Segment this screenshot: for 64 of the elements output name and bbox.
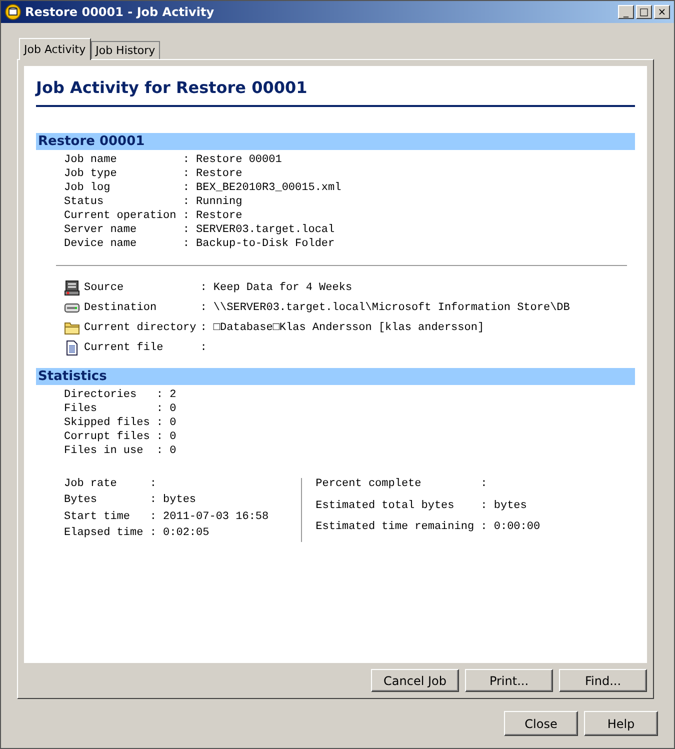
tab[interactable]: Job History xyxy=(90,41,160,59)
field-value: : 0 xyxy=(156,417,176,430)
folder-icon xyxy=(64,320,80,336)
close-button[interactable]: × xyxy=(654,5,670,19)
field-value: : bytes xyxy=(150,494,198,508)
field-label: Destination xyxy=(84,302,158,314)
action-button[interactable]: Print... xyxy=(465,669,553,692)
window-title: Restore 00001 - Job Activity xyxy=(25,5,216,19)
field-value: : Restore xyxy=(182,168,244,181)
field-value: : xyxy=(200,342,208,354)
field-label: Corrupt files xyxy=(64,431,150,444)
field-value: : Restore 00001 xyxy=(182,154,283,167)
field-label: Status xyxy=(64,196,105,209)
server-icon xyxy=(64,280,80,296)
field-label: Job rate xyxy=(64,478,118,492)
field-value: : Backup-to-Disk Folder xyxy=(182,238,336,251)
field-label: Device name xyxy=(64,238,138,251)
field-label: Percent complete xyxy=(316,478,422,492)
dialog-button[interactable]: Close xyxy=(504,711,578,736)
maximize-button[interactable]: □ xyxy=(636,5,652,19)
field-value: : SERVER03.target.local xyxy=(182,224,336,237)
field-label: Start time xyxy=(64,510,132,524)
field-label: Estimated total bytes xyxy=(316,500,456,514)
section-header: Statistics xyxy=(36,368,635,385)
field-label: Source xyxy=(84,282,125,294)
field-label: Directories xyxy=(64,389,138,402)
field-value: : 0 xyxy=(156,445,176,458)
field-value: : \\SERVER03.target.local\Microsoft Information Store\DB xyxy=(200,302,570,314)
field-value: : Keep Data for 4 Weeks xyxy=(200,282,354,294)
page-heading: Job Activity for Restore 00001 xyxy=(36,78,635,107)
field-label: Current directory xyxy=(84,322,196,334)
field-label: Job name xyxy=(64,154,118,167)
section-header: Restore 00001 xyxy=(36,133,635,150)
field-value: : 2 xyxy=(156,389,176,402)
field-value: : 2011-07-03 16:58 xyxy=(150,510,269,524)
field-label: Server name xyxy=(64,224,138,237)
field-value: : Running xyxy=(182,196,244,209)
document-icon xyxy=(64,340,80,356)
field-label: Current file xyxy=(84,342,164,354)
field-value: : xyxy=(150,478,158,492)
minimize-button[interactable]: _ xyxy=(618,5,634,19)
field-value: : xyxy=(480,478,488,492)
field-value: : 0:02:05 xyxy=(150,526,210,541)
field-label: Job log xyxy=(64,182,112,195)
field-label: Current operation xyxy=(64,210,176,223)
field-value: : bytes xyxy=(480,500,528,514)
field-label: Skipped files xyxy=(64,417,150,430)
field-label: Files xyxy=(64,403,98,416)
field-label: Estimated time remaining xyxy=(316,521,474,536)
tab[interactable]: Job Activity xyxy=(19,38,91,60)
field-label: Bytes xyxy=(64,494,98,508)
action-button[interactable]: Find... xyxy=(559,669,647,692)
action-button[interactable]: Cancel Job xyxy=(371,669,459,692)
field-value: : 0 xyxy=(156,403,176,416)
app-icon xyxy=(5,4,21,20)
field-value: : 0:00:00 xyxy=(480,521,540,536)
field-label: Elapsed time xyxy=(64,526,144,541)
field-label: Files in use xyxy=(64,445,144,458)
field-label: Job type xyxy=(64,168,118,181)
field-value: : □Database□Klas Andersson [klas andersson] xyxy=(200,322,486,334)
field-value: : BEX_BE2010R3_00015.xml xyxy=(182,182,342,195)
field-value: : 0 xyxy=(156,431,176,444)
field-value: : Restore xyxy=(182,210,244,223)
dialog-button[interactable]: Help xyxy=(584,711,658,736)
